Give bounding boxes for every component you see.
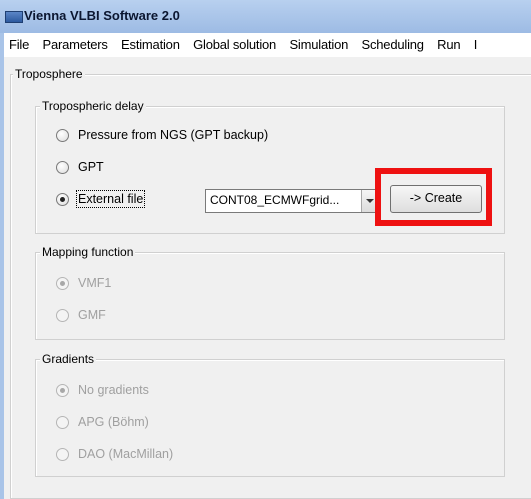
menu-parameters[interactable]: Parameters: [38, 33, 113, 57]
radio-label: Pressure from NGS (GPT backup): [78, 128, 269, 142]
menu-global-solution[interactable]: Global solution: [188, 33, 281, 57]
highlight-annotation: [375, 168, 492, 226]
tropospheric-delay-legend: Tropospheric delay: [40, 99, 146, 113]
menu-simulation[interactable]: Simulation: [284, 33, 353, 57]
external-file-value: CONT08_ECMWFgrid...: [210, 193, 340, 207]
radio-label: APG (Böhm): [78, 415, 149, 429]
troposphere-legend: Troposphere: [13, 67, 85, 81]
title-bar[interactable]: Vienna VLBI Software 2.0: [0, 0, 531, 33]
application-window: Vienna VLBI Software 2.0 File Parameters…: [0, 0, 531, 499]
radio-label: GPT: [78, 160, 104, 174]
gradients-legend: Gradients: [40, 352, 97, 366]
radio-button[interactable]: [56, 384, 69, 397]
menu-estimation[interactable]: Estimation: [116, 33, 185, 57]
app-icon: [5, 11, 23, 23]
radio-button[interactable]: [56, 277, 69, 290]
radio-button[interactable]: [56, 161, 69, 174]
radio-label: DAO (MacMillan): [78, 447, 174, 461]
radio-button[interactable]: [56, 416, 69, 429]
radio-button[interactable]: [56, 193, 69, 206]
mapping-function-legend: Mapping function: [40, 245, 136, 259]
radio-label: GMF: [78, 308, 106, 322]
menu-file[interactable]: File: [4, 33, 34, 57]
radio-button[interactable]: [56, 309, 69, 322]
window-title: Vienna VLBI Software 2.0: [24, 8, 180, 23]
menu-run[interactable]: Run: [432, 33, 465, 57]
external-file-select[interactable]: CONT08_ECMWFgrid...: [205, 189, 379, 213]
radio-label: External file: [75, 190, 146, 208]
mapping-function-group: Mapping function: [35, 245, 505, 340]
radio-button[interactable]: [56, 129, 69, 142]
radio-label: VMF1: [78, 276, 112, 290]
radio-button[interactable]: [56, 448, 69, 461]
menu-bar: File Parameters Estimation Global soluti…: [4, 33, 531, 57]
radio-label: No gradients: [78, 383, 149, 397]
menu-scheduling[interactable]: Scheduling: [356, 33, 428, 57]
menu-truncated[interactable]: I: [469, 33, 482, 57]
